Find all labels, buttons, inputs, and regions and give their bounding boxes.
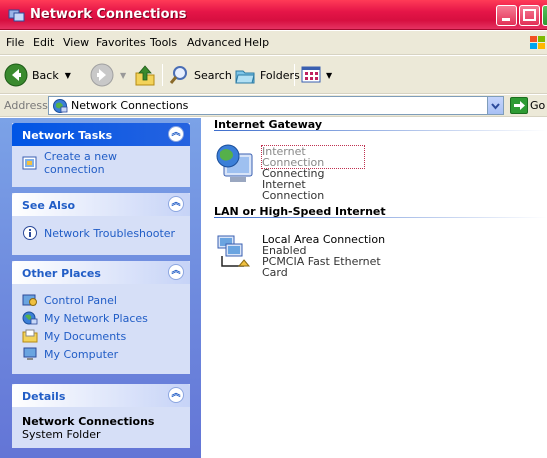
details-name: Network Connections	[22, 415, 155, 428]
search-button[interactable]: Search	[168, 62, 232, 88]
my-documents-link[interactable]: My Documents	[22, 327, 180, 345]
control-panel-link[interactable]: Control Panel	[22, 291, 180, 309]
network-tasks-box: Network Tasks ︽ Create a new connection	[12, 123, 190, 187]
windows-logo-icon	[530, 36, 545, 49]
back-arrow-icon	[4, 63, 28, 87]
minimize-button[interactable]	[496, 5, 517, 26]
views-icon	[301, 66, 321, 83]
network-troubleshooter-label: Network Troubleshooter	[44, 226, 176, 240]
menu-file[interactable]: File	[6, 36, 24, 49]
create-new-connection-link[interactable]: Create a new connection	[22, 150, 180, 176]
info-icon	[23, 226, 37, 240]
task-pane: Network Tasks ︽ Create a new connection …	[0, 118, 201, 458]
go-button[interactable]	[510, 97, 528, 114]
address-bar: Address Network Connections Go	[0, 95, 547, 117]
connections-list: Internet Gateway Internet Connection Con…	[201, 118, 547, 458]
internet-connection-name: Internet Connection	[261, 145, 365, 169]
close-button[interactable]	[542, 5, 547, 26]
search-label: Search	[194, 68, 232, 82]
create-new-connection-label: Create a new connection	[44, 150, 118, 176]
toolbar: Back ▼ ▼ Search Folders ▼	[0, 56, 547, 94]
menu-advanced[interactable]: Advanced	[187, 36, 241, 49]
my-network-places-link[interactable]: My Network Places	[22, 309, 180, 327]
collapse-chevron-icon[interactable]: ︽	[168, 264, 184, 280]
network-connections-icon	[8, 9, 25, 22]
folder-up-icon	[135, 65, 155, 86]
collapse-chevron-icon[interactable]: ︽	[168, 126, 184, 142]
details-box: Details ︽ Network Connections System Fol…	[12, 384, 190, 448]
other-places-title: Other Places	[22, 267, 101, 280]
views-dropdown-icon[interactable]: ▼	[326, 71, 332, 80]
menu-view[interactable]: View	[63, 36, 89, 49]
up-button[interactable]	[133, 62, 157, 88]
network-globe-icon	[53, 99, 68, 113]
go-arrow-icon	[514, 101, 525, 110]
internet-gateway-icon	[216, 144, 253, 182]
see-also-header[interactable]: See Also ︽	[12, 193, 190, 216]
my-documents-label: My Documents	[44, 329, 127, 343]
back-dropdown-icon[interactable]: ▼	[65, 71, 71, 80]
lan-connection-icon	[217, 235, 251, 267]
collapse-chevron-icon[interactable]: ︽	[168, 387, 184, 403]
menu-tools[interactable]: Tools	[150, 36, 177, 49]
internet-connection-device: Internet Connection	[262, 178, 325, 202]
control-panel-icon	[22, 294, 37, 306]
internet-connection-text: Internet Connection Connecting Internet …	[261, 145, 365, 202]
network-tasks-header[interactable]: Network Tasks ︽	[12, 123, 190, 146]
group-divider	[214, 217, 547, 218]
my-network-places-label: My Network Places	[44, 311, 148, 325]
address-input[interactable]: Network Connections	[48, 96, 504, 115]
my-documents-icon	[22, 329, 38, 343]
network-places-icon	[22, 311, 38, 325]
local-area-connection-text: Local Area Connection Enabled PCMCIA Fas…	[262, 234, 389, 278]
local-area-connection-device: PCMCIA Fast Ethernet Card	[262, 255, 381, 279]
other-places-box: Other Places ︽ Control Panel My Network …	[12, 261, 190, 374]
network-tasks-title: Network Tasks	[22, 129, 113, 142]
menu-favorites[interactable]: Favorites	[96, 36, 146, 49]
menu-edit[interactable]: Edit	[33, 36, 54, 49]
address-dropdown-button[interactable]	[487, 97, 503, 114]
address-value: Network Connections	[71, 99, 189, 112]
forward-dropdown-icon[interactable]: ▼	[120, 71, 126, 80]
group-divider	[214, 130, 547, 131]
my-computer-label: My Computer	[44, 347, 119, 361]
see-also-title: See Also	[22, 199, 76, 212]
collapse-chevron-icon[interactable]: ︽	[168, 196, 184, 212]
details-header[interactable]: Details ︽	[12, 384, 190, 407]
details-subtitle: System Folder	[22, 428, 101, 441]
toolbar-separator	[162, 64, 163, 86]
menu-bar: File Edit View Favorites Tools Advanced …	[0, 31, 547, 55]
address-label: Address	[4, 99, 48, 112]
back-label: Back	[32, 68, 59, 82]
window-title: Network Connections	[30, 7, 187, 22]
see-also-box: See Also ︽ Network Troubleshooter	[12, 193, 190, 255]
views-button[interactable]: ▼	[300, 62, 332, 88]
my-computer-link[interactable]: My Computer	[22, 345, 180, 363]
chevron-down-icon	[491, 103, 500, 110]
local-area-connection-item[interactable]: Local Area Connection Enabled PCMCIA Fas…	[214, 230, 389, 278]
network-troubleshooter-link[interactable]: Network Troubleshooter	[22, 224, 180, 242]
new-connection-icon	[22, 156, 37, 170]
details-title: Details	[22, 390, 66, 403]
maximize-icon	[523, 9, 536, 21]
back-button[interactable]: Back ▼	[4, 62, 71, 88]
internet-connection-item[interactable]: Internet Connection Connecting Internet …	[214, 142, 365, 201]
menu-help[interactable]: Help	[244, 36, 269, 49]
toolbar-separator	[294, 64, 295, 86]
go-label[interactable]: Go	[530, 99, 545, 112]
forward-button[interactable]: ▼	[90, 62, 126, 88]
search-icon	[169, 66, 187, 84]
minimize-icon	[502, 18, 510, 21]
maximize-button[interactable]	[519, 5, 540, 26]
forward-arrow-icon	[90, 63, 114, 87]
title-bar: Network Connections	[0, 0, 547, 30]
folders-icon	[235, 70, 255, 84]
other-places-header[interactable]: Other Places ︽	[12, 261, 190, 284]
my-computer-icon	[23, 347, 37, 360]
control-panel-label: Control Panel	[44, 293, 117, 307]
folders-button[interactable]: Folders	[234, 62, 300, 88]
